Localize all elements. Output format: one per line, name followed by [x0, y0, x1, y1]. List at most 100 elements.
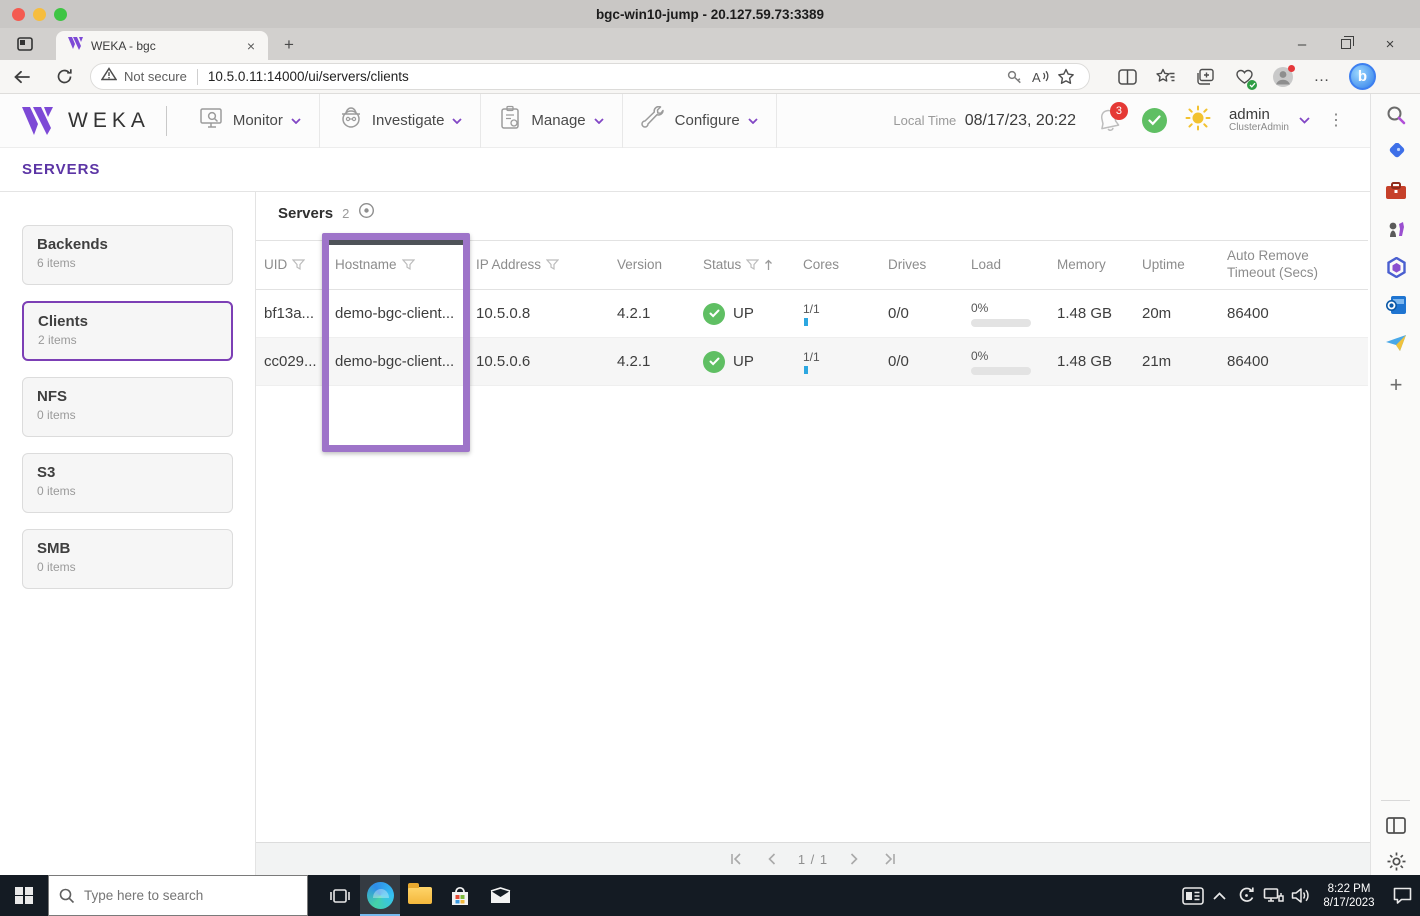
weka-app: WEKA Monitor Investigate Manage Configur… — [0, 93, 1370, 875]
browser-tabstrip: WEKA - bgc × + – × — [0, 28, 1420, 60]
prev-page-button[interactable] — [762, 849, 782, 869]
address-bar[interactable]: Not secure 10.5.0.11:14000/ui/servers/cl… — [90, 63, 1090, 90]
onedrive-sync-icon[interactable] — [1233, 875, 1260, 916]
refresh-button[interactable] — [50, 63, 78, 91]
clock-time: 8:22 PM — [1327, 883, 1371, 895]
col-uptime[interactable]: Uptime — [1134, 257, 1219, 274]
sidebar-drop-icon[interactable] — [1371, 328, 1420, 358]
taskbar-clock[interactable]: 8:22 PM 8/17/2023 — [1314, 881, 1384, 910]
tab-close-icon[interactable]: × — [242, 37, 260, 55]
sidebar-item-backends[interactable]: Backends 6 items — [22, 225, 233, 285]
col-auto-remove[interactable]: Auto Remove Timeout (Secs) — [1219, 248, 1368, 282]
sidebar-shopping-icon[interactable] — [1371, 138, 1420, 168]
load-progress-bar — [971, 318, 1031, 327]
col-ip[interactable]: IP Address — [468, 257, 609, 274]
edge-sidebar: + — [1370, 94, 1420, 875]
col-cores[interactable]: Cores — [795, 257, 880, 274]
new-tab-button[interactable]: + — [278, 34, 300, 56]
url-text[interactable]: 10.5.0.11:14000/ui/servers/clients — [208, 69, 1001, 84]
taskbar-mail-icon[interactable] — [480, 875, 520, 916]
back-button[interactable] — [8, 63, 36, 91]
col-version[interactable]: Version — [609, 257, 695, 274]
first-page-button[interactable] — [726, 849, 746, 869]
column-visibility-eye-icon[interactable] — [358, 202, 375, 224]
menu-configure[interactable]: Configure — [623, 93, 777, 148]
action-center-icon[interactable] — [1384, 875, 1420, 916]
clock-date: 8/17/2023 — [1323, 897, 1375, 909]
collections-icon[interactable] — [1190, 62, 1220, 92]
window-restore-button[interactable] — [1324, 28, 1368, 60]
weka-favicon — [68, 36, 83, 55]
table-row[interactable]: cc029... demo-bgc-client... 10.5.0.6 4.2… — [256, 338, 1368, 386]
col-drives[interactable]: Drives — [880, 257, 963, 274]
taskbar-store-icon[interactable] — [440, 875, 480, 916]
sidebar-item-s3[interactable]: S3 0 items — [22, 453, 233, 513]
weka-logo[interactable]: WEKA — [22, 106, 150, 135]
browser-menu-icon[interactable]: … — [1307, 62, 1337, 92]
browser-essentials-icon[interactable] — [1229, 62, 1259, 92]
sidebar-item-nfs[interactable]: NFS 0 items — [22, 377, 233, 437]
browser-toolbar: Not secure 10.5.0.11:14000/ui/servers/cl… — [0, 60, 1420, 94]
read-aloud-icon[interactable]: A — [1027, 64, 1053, 90]
window-close-button[interactable]: × — [1368, 28, 1412, 60]
minimize-traffic-light[interactable] — [33, 7, 46, 21]
menu-manage[interactable]: Manage — [481, 93, 623, 148]
col-hostname[interactable]: Hostname — [327, 257, 468, 274]
col-memory[interactable]: Memory — [1049, 257, 1134, 274]
start-button[interactable] — [0, 875, 48, 916]
windows-logo-icon — [15, 886, 33, 905]
search-input[interactable] — [84, 888, 274, 903]
profile-avatar[interactable] — [1268, 62, 1298, 92]
bing-chat-icon[interactable]: b — [1349, 63, 1376, 90]
sidebar-item-clients[interactable]: Clients 2 items — [22, 301, 233, 361]
sidebar-outlook-icon[interactable] — [1371, 290, 1420, 320]
widgets-news-icon[interactable] — [1179, 875, 1206, 916]
password-key-icon[interactable] — [1001, 64, 1027, 90]
split-screen-icon[interactable] — [1112, 62, 1142, 92]
tab-actions-icon[interactable] — [14, 33, 36, 55]
not-secure-label[interactable]: Not secure — [124, 69, 187, 84]
theme-toggle-sun-icon[interactable] — [1185, 105, 1211, 136]
sidebar-settings-gear-icon[interactable] — [1371, 846, 1420, 876]
taskbar-edge-icon[interactable] — [360, 875, 400, 916]
favorite-star-icon[interactable] — [1053, 64, 1079, 90]
sidebar-panel-toggle-icon[interactable] — [1371, 810, 1420, 840]
show-hidden-icons-chevron[interactable] — [1206, 875, 1233, 916]
not-secure-warning-icon — [100, 67, 118, 86]
investigate-icon — [338, 105, 364, 136]
chevron-down-icon — [1299, 117, 1310, 124]
volume-icon[interactable] — [1287, 875, 1314, 916]
taskbar-search-box[interactable] — [48, 875, 308, 916]
next-page-button[interactable] — [844, 849, 864, 869]
chevron-down-icon — [291, 117, 301, 124]
menu-monitor[interactable]: Monitor — [181, 93, 320, 148]
user-menu[interactable]: admin ClusterAdmin — [1229, 107, 1310, 133]
menu-investigate[interactable]: Investigate — [320, 93, 482, 148]
last-page-button[interactable] — [880, 849, 900, 869]
col-status[interactable]: Status — [695, 257, 795, 274]
local-time-label: Local Time — [893, 112, 957, 128]
network-icon[interactable] — [1260, 875, 1287, 916]
sidebar-tools-icon[interactable] — [1371, 176, 1420, 206]
task-view-button[interactable] — [320, 875, 360, 916]
table-row[interactable]: bf13a... demo-bgc-client... 10.5.0.8 4.2… — [256, 290, 1368, 338]
sidebar-item-smb[interactable]: SMB 0 items — [22, 529, 233, 589]
close-traffic-light[interactable] — [12, 7, 25, 21]
cluster-health-icon[interactable] — [1141, 108, 1167, 133]
col-load[interactable]: Load — [963, 257, 1049, 274]
browser-tab[interactable]: WEKA - bgc × — [56, 31, 268, 60]
col-uid[interactable]: UID — [256, 257, 327, 274]
favorites-hub-icon[interactable] — [1151, 62, 1181, 92]
status-up-icon — [703, 350, 725, 373]
window-minimize-button[interactable]: – — [1280, 28, 1324, 60]
sidebar-games-icon[interactable] — [1371, 214, 1420, 244]
filter-icon — [401, 259, 415, 271]
taskbar-file-explorer-icon[interactable] — [400, 875, 440, 916]
sidebar-add-button[interactable]: + — [1371, 370, 1420, 400]
zoom-traffic-light[interactable] — [54, 7, 67, 21]
sidebar-m365-icon[interactable] — [1371, 252, 1420, 282]
chevron-down-icon — [594, 117, 604, 124]
sidebar-search-icon[interactable] — [1371, 100, 1420, 130]
notifications-button[interactable]: 3 — [1094, 101, 1128, 136]
overflow-menu-icon[interactable]: ⋮ — [1328, 113, 1344, 129]
